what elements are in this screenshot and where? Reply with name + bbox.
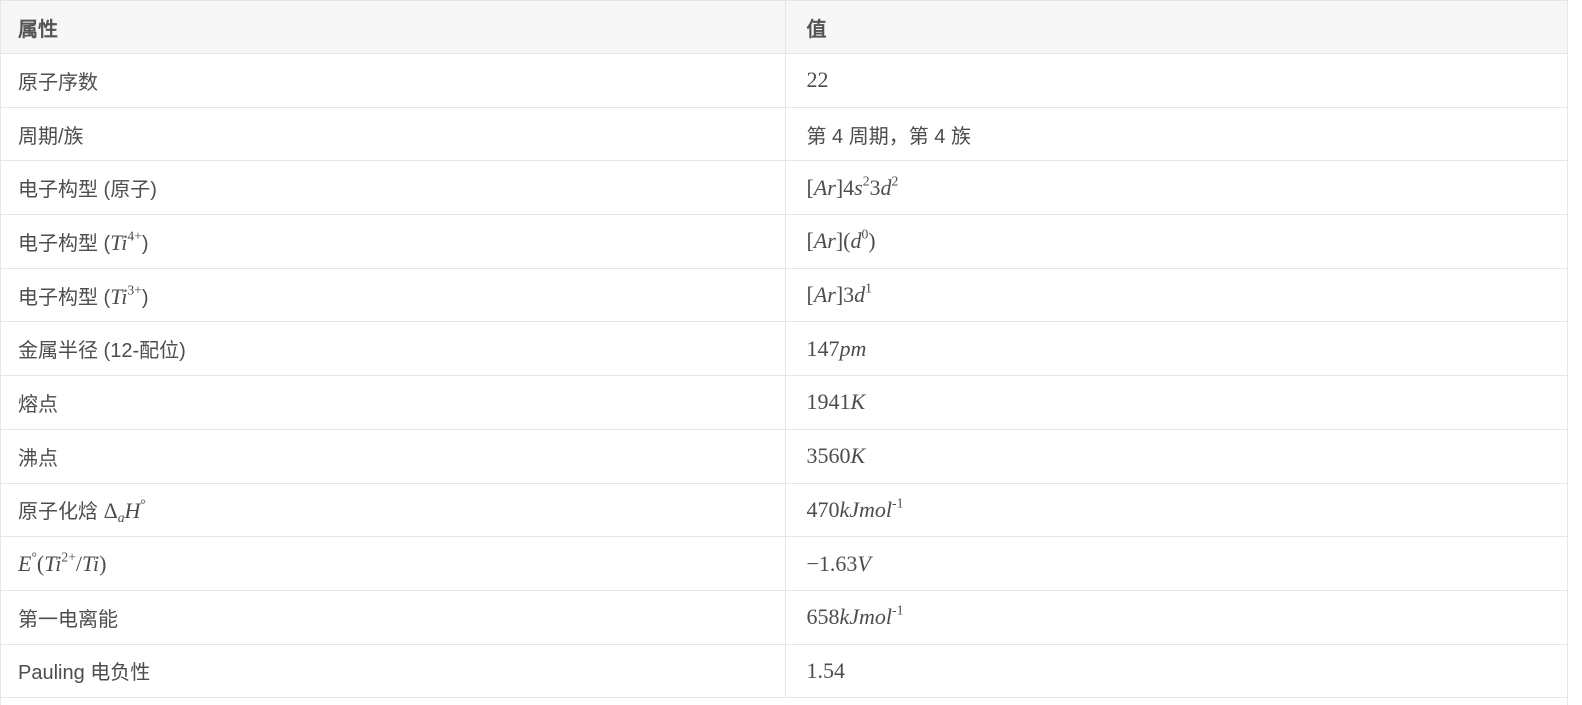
value-cell: 147pm (784, 321, 1567, 377)
value-cell: 658kJmol-1 (784, 590, 1567, 645)
table-row: 沸点 3560K (1, 429, 1567, 484)
value-cell: 第 4 周期，第 4 族 (784, 107, 1567, 162)
table-row: 原子化焓 ΔaH° 470kJmol-1 (1, 483, 1567, 538)
property-cell: 原子序数 (1, 53, 785, 108)
table-row: E°(Ti2+/Ti) −1.63V (1, 536, 1567, 591)
value-cell: [Ar](d0) (784, 214, 1567, 269)
property-cell: 沸点 (1, 429, 785, 484)
table-row: 金属半径 (12-配位) 147pm (1, 321, 1567, 377)
table-row: 熔点 1941K (1, 375, 1567, 430)
property-cell: 电子构型 (原子) (1, 160, 785, 216)
value-cell: 3560K (784, 429, 1567, 484)
table-row: 电子构型 (原子) [Ar]4s23d2 (1, 160, 1567, 216)
property-cell: 原子化焓 ΔaH° (1, 483, 785, 538)
value-cell: −1.63V (784, 536, 1567, 591)
property-cell: 金属半径 (12-配位) (1, 321, 785, 377)
value-cell: 1.54 (784, 644, 1567, 699)
table-row: 周期/族 第 4 周期，第 4 族 (1, 107, 1567, 162)
value-cell: [Ar]3d1 (784, 268, 1567, 323)
property-cell: 熔点 (1, 375, 785, 430)
value-cell: 470kJmol-1 (784, 483, 1567, 538)
header-property: 属性 (1, 0, 785, 54)
table-row: 第一电离能 658kJmol-1 (1, 590, 1567, 645)
property-cell: 电子构型 (Ti4+) (1, 214, 785, 269)
value-cell: [Ar]4s23d2 (784, 160, 1567, 216)
header-value: 值 (784, 0, 1567, 54)
table-row: 电子构型 (Ti4+) [Ar](d0) (1, 214, 1567, 269)
properties-table: 属性 值 原子序数 22 周期/族 第 4 周期，第 4 族 电子构型 (原子)… (1, 0, 1567, 699)
property-cell: E°(Ti2+/Ti) (1, 536, 785, 591)
table-header-row: 属性 值 (1, 0, 1567, 54)
titanium-properties-table-wrapper: 属性 值 原子序数 22 周期/族 第 4 周期，第 4 族 电子构型 (原子)… (0, 0, 1568, 705)
value-cell: 22 (784, 53, 1567, 108)
property-cell: 周期/族 (1, 107, 785, 162)
table-row: 原子序数 22 (1, 53, 1567, 108)
property-cell: 第一电离能 (1, 590, 785, 645)
table-row: 电子构型 (Ti3+) [Ar]3d1 (1, 268, 1567, 323)
value-cell: 1941K (784, 375, 1567, 430)
property-cell: 电子构型 (Ti3+) (1, 268, 785, 323)
property-cell: Pauling 电负性 (1, 644, 785, 699)
table-row: Pauling 电负性 1.54 (1, 644, 1567, 699)
